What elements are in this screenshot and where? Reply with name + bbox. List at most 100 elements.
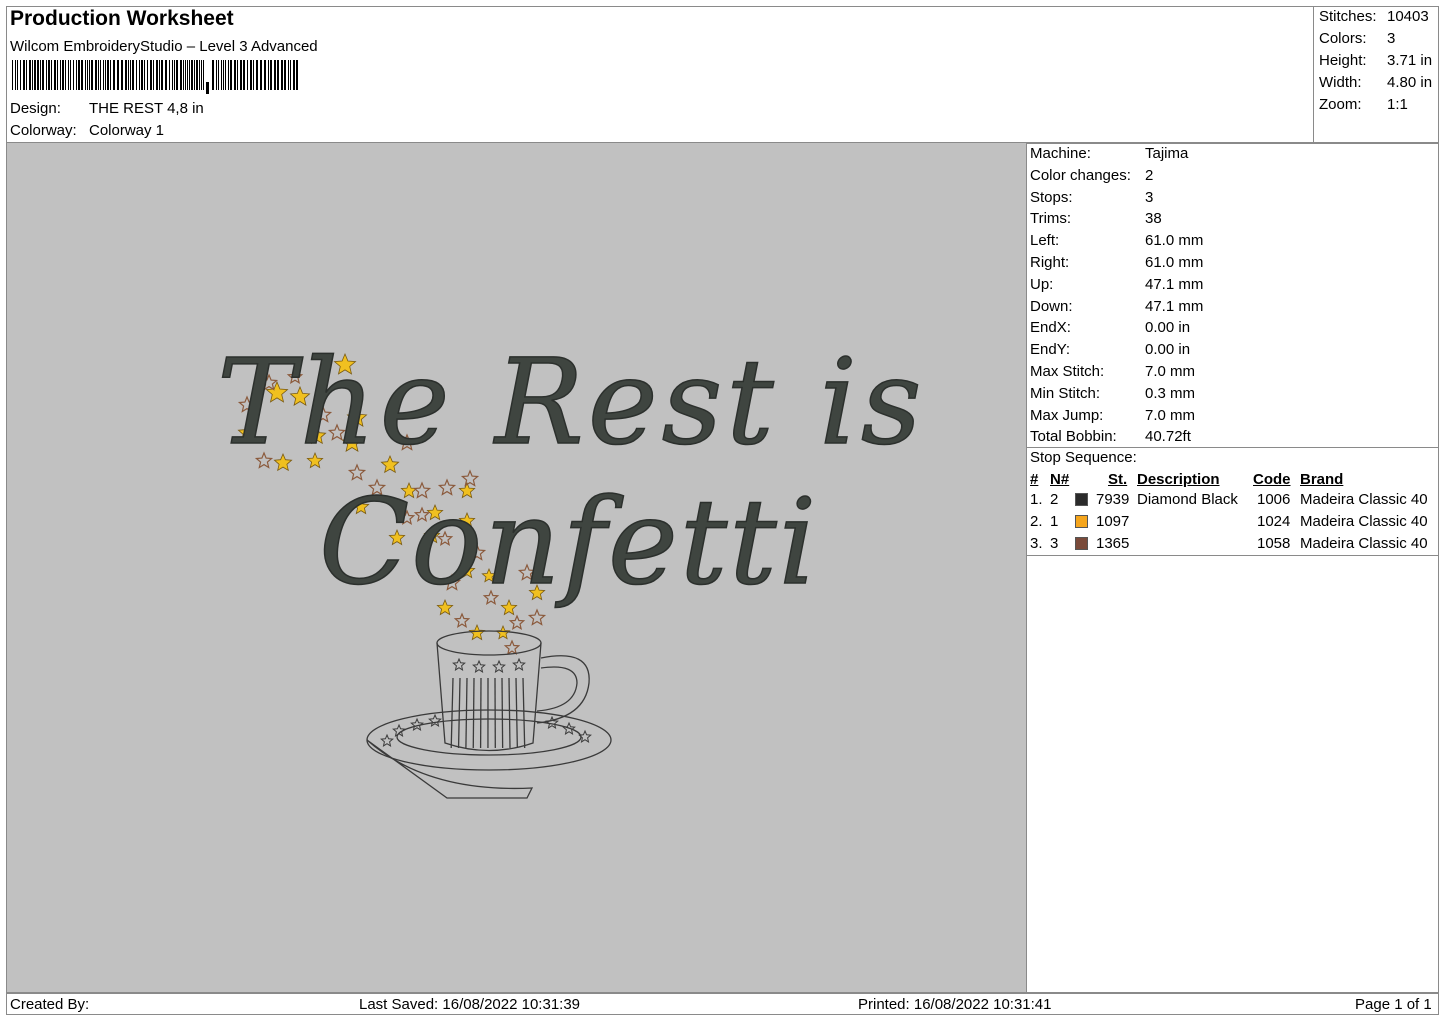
col-header-brand: Brand (1300, 471, 1344, 488)
footer-printed: Printed: 16/08/2022 10:31:41 (858, 996, 1052, 1013)
cell-description: Diamond Black (1137, 491, 1238, 508)
cell-num: 3. (1030, 535, 1043, 552)
col-header-description: Description (1137, 471, 1220, 488)
info-label: Trims: (1030, 210, 1072, 228)
cell-brand: Madeira Classic 40 (1300, 491, 1428, 508)
footer-last-saved: Last Saved: 16/08/2022 10:31:39 (359, 996, 581, 1013)
stat-label: Colors: (1319, 30, 1367, 47)
confetti-star (503, 639, 521, 655)
design-label: Design: (10, 100, 61, 117)
cell-code: 1006 (1257, 491, 1291, 508)
info-value: 3 (1145, 188, 1154, 206)
info-label: Right: (1030, 254, 1070, 271)
info-value: 61.0 mm (1145, 254, 1204, 271)
machine-info-row: Color changes: 2 (1030, 166, 1153, 184)
cell-st: 1097 (1096, 513, 1130, 530)
info-label: Up: (1030, 275, 1054, 293)
footer-bar (6, 993, 1439, 1015)
cup-star (380, 733, 394, 747)
design-preview-canvas: The Rest is Confetti (6, 143, 1026, 993)
stat-value: 4.80 in (1387, 74, 1433, 91)
info-value: 61.0 mm (1145, 232, 1204, 250)
machine-info-row: Right: 61.0 mm (1030, 254, 1203, 271)
colorway-value: Colorway 1 (89, 122, 165, 139)
info-value: 7.0 mm (1145, 363, 1196, 380)
cell-st: 7939 (1096, 491, 1130, 508)
cell-n: 2 (1050, 491, 1059, 508)
divider (1026, 447, 1439, 448)
cup-star (452, 657, 466, 671)
info-value: 0.00 in (1145, 341, 1191, 359)
info-value: 47.1 mm (1145, 297, 1204, 315)
barcode (12, 60, 298, 94)
cell-brand: Madeira Classic 40 (1300, 513, 1428, 530)
cell-num: 1. (1030, 491, 1043, 508)
cup-star (545, 715, 559, 729)
machine-info-row: Down: 47.1 mm (1030, 297, 1203, 315)
cell-brand: Madeira Classic 40 (1300, 535, 1428, 552)
footer-created-by: Created By: (10, 996, 90, 1013)
info-value: Tajima (1145, 145, 1189, 162)
info-label: Max Jump: (1030, 406, 1104, 424)
machine-info-panel (1026, 143, 1439, 993)
info-label: EndY: (1030, 341, 1071, 359)
machine-info-row: Stops: 3 (1030, 188, 1153, 206)
col-header-st: St. (1108, 471, 1128, 488)
design-text-line2: Confetti (319, 473, 818, 611)
design-value: THE REST 4,8 in (89, 100, 204, 117)
stat-value: 3 (1387, 30, 1396, 47)
cell-n: 1 (1050, 513, 1059, 530)
cup-star (472, 659, 486, 673)
software-name: Wilcom EmbroideryStudio – Level 3 Advanc… (10, 38, 318, 55)
info-label: Stops: (1030, 188, 1073, 206)
machine-info-row: Max Stitch: 7.0 mm (1030, 363, 1195, 380)
col-header-n: N# (1050, 471, 1070, 488)
divider (1026, 555, 1439, 556)
info-label: Total Bobbin: (1030, 428, 1117, 446)
design-row: Design: THE REST 4,8 in (10, 100, 204, 117)
teacup-graphic (366, 630, 612, 799)
stat-value: 3.71 in (1387, 52, 1433, 69)
info-label: Max Stitch: (1030, 363, 1105, 380)
info-label: Machine: (1030, 145, 1091, 162)
cell-code: 1024 (1257, 513, 1291, 530)
info-label: Min Stitch: (1030, 384, 1101, 402)
machine-info-row: EndY: 0.00 in (1030, 341, 1190, 359)
color-swatch (1075, 515, 1088, 528)
machine-info-row: Max Jump: 7.0 mm (1030, 406, 1195, 424)
cell-st: 1365 (1096, 535, 1130, 552)
info-label: Left: (1030, 232, 1060, 250)
cell-num: 2. (1030, 513, 1043, 530)
colorway-label: Colorway: (10, 122, 77, 139)
info-label: Down: (1030, 297, 1073, 315)
design-text-line1: The Rest is (217, 333, 926, 471)
machine-info-row: Total Bobbin: 40.72ft (1030, 428, 1191, 446)
info-value: 0.3 mm (1145, 384, 1196, 402)
color-swatch (1075, 493, 1088, 506)
colorway-row: Colorway: Colorway 1 (10, 122, 164, 139)
info-value: 47.1 mm (1145, 275, 1204, 293)
confetti-star (453, 612, 471, 628)
stat-label: Stitches: (1319, 8, 1377, 25)
info-value: 2 (1145, 166, 1154, 184)
cell-n: 3 (1050, 535, 1059, 552)
machine-info-row: Left: 61.0 mm (1030, 232, 1203, 250)
stat-value: 1:1 (1387, 96, 1408, 113)
stat-value: 10403 (1387, 8, 1429, 25)
cup-star (492, 659, 506, 673)
stat-label: Width: (1319, 74, 1362, 91)
info-label: Color changes: (1030, 166, 1131, 184)
machine-info-row: Machine: Tajima (1030, 145, 1188, 162)
info-value: 0.00 in (1145, 319, 1191, 337)
stat-label: Height: (1319, 52, 1367, 69)
machine-info-row: EndX: 0.00 in (1030, 319, 1190, 337)
cup-star (428, 713, 442, 727)
info-label: EndX: (1030, 319, 1071, 337)
stop-sequence-title: Stop Sequence: (1030, 449, 1137, 466)
design-preview: The Rest is Confetti (216, 332, 926, 799)
col-header-code: Code (1253, 471, 1291, 488)
footer-page: Page 1 of 1 (1355, 996, 1432, 1013)
info-value: 40.72ft (1145, 428, 1191, 446)
confetti-star (508, 614, 526, 630)
info-value: 38 (1145, 210, 1162, 228)
